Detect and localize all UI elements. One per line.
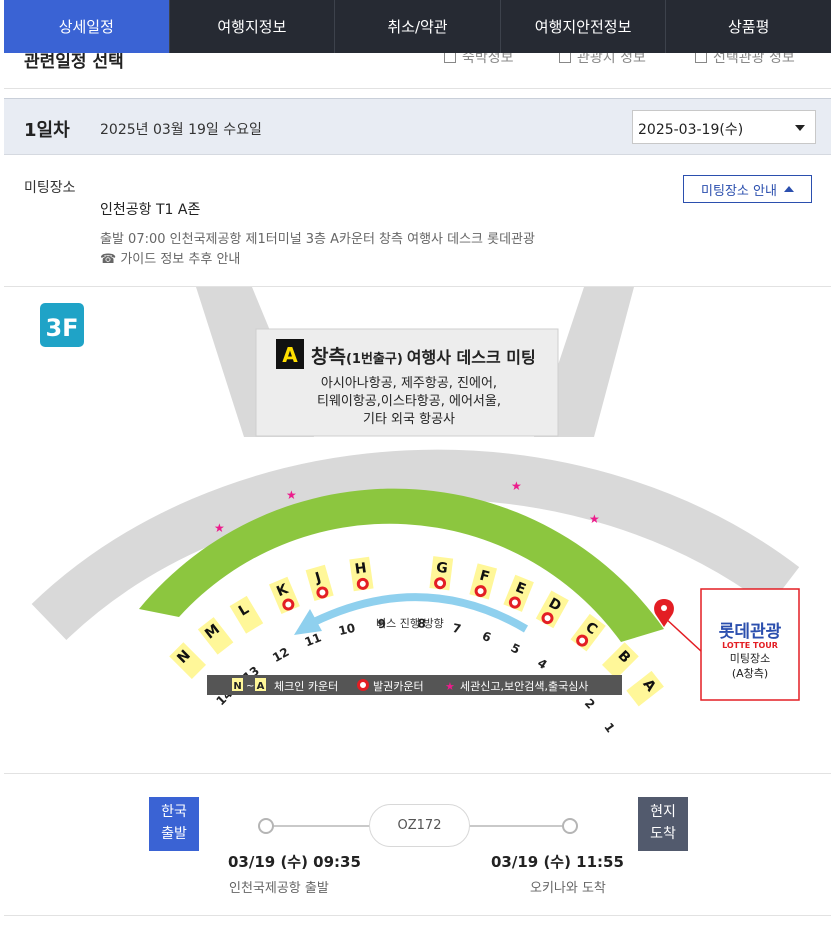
chevron-down-icon (795, 125, 805, 131)
arrival-badge: 현지 도착 (638, 797, 688, 851)
sign-title: 창측(1번출구) 여행사 데스크 미팅 (311, 346, 536, 368)
tab-bar: 상세일정 여행지정보 취소/약관 여행지안전정보 상품평 (4, 0, 831, 53)
brand-logo-en: LOTTE TOUR (722, 641, 778, 650)
counter-l: L (229, 595, 264, 634)
ticket-counter-icon (316, 586, 329, 599)
svg-text:A: A (257, 681, 265, 692)
flight-code: OZ172 (369, 804, 470, 847)
departure-place: 인천국제공항 출발 (229, 881, 329, 896)
legend-ticket: 발권카운터 (373, 680, 424, 693)
check-optional-tour[interactable]: 선택관광 정보 (695, 53, 795, 67)
counter-b: B (601, 642, 639, 680)
star-icon: ★ (286, 488, 297, 502)
counter-e: E (503, 574, 534, 612)
counter-g: G (429, 556, 454, 591)
related-schedule-bar: 관련일정 선택 숙박정보 관광지 정보 선택관광 정보 (4, 53, 831, 89)
day-number: 1일차 (24, 120, 70, 141)
legend-checkin: 체크인 카운터 (274, 680, 338, 693)
guide-info: ☎ 가이드 정보 추후 안내 (100, 252, 241, 267)
gate-number: 12 (270, 645, 291, 665)
day-select[interactable]: 2025-03-19(수) (632, 110, 816, 144)
counter-c: C (570, 613, 606, 652)
checkbox[interactable] (559, 53, 571, 63)
ticket-counter-icon (356, 577, 369, 590)
arrival-place: 오키나와 도착 (530, 881, 606, 896)
ticket-counter-icon (508, 596, 521, 609)
svg-text:H: H (354, 560, 368, 577)
gate-number: 4 (535, 656, 550, 672)
legend-security: 세관신고,보안검색,출국심사 (460, 680, 588, 693)
counter-a: A (626, 670, 664, 707)
star-icon: ★ (214, 521, 225, 535)
counter-h: H (349, 556, 374, 592)
chevron-up-icon (783, 186, 794, 192)
flight-info: 한국 출발 현지 도착 OZ172 03/19 (수) 09:35 인천국제공항… (4, 774, 831, 916)
destination-dot (562, 818, 578, 834)
bus-direction-label: 버스 진행 방향 (376, 617, 444, 630)
origin-dot (258, 818, 274, 834)
gate-number: 7 (451, 621, 462, 636)
counter-n: N (169, 642, 207, 680)
tab-schedule[interactable]: 상세일정 (4, 0, 169, 53)
ticket-counter-icon (474, 585, 487, 598)
counter-k: K (268, 576, 300, 614)
gate-number: 5 (509, 641, 523, 657)
counter-m: M (197, 617, 234, 655)
tab-reviews[interactable]: 상품평 (665, 0, 831, 53)
check-lodging[interactable]: 숙박정보 (444, 53, 514, 67)
related-schedule-title: 관련일정 선택 (24, 53, 124, 72)
svg-text:G: G (435, 560, 448, 577)
tab-destination-info[interactable]: 여행지정보 (168, 0, 335, 53)
tab-safety-info[interactable]: 여행지안전정보 (499, 0, 666, 53)
counter-d: D (535, 590, 569, 629)
svg-text:N: N (233, 681, 241, 692)
meeting-place: 인천공항 T1 A존 (100, 202, 201, 218)
gate-number: 1 (601, 720, 617, 735)
tab-cancellation-terms[interactable]: 취소/약관 (334, 0, 500, 53)
meeting-guide-button[interactable]: 미팅장소 안내 (683, 175, 812, 203)
svg-text:~: ~ (246, 681, 254, 692)
checkbox[interactable] (444, 53, 456, 63)
checkbox[interactable] (695, 53, 707, 63)
departure-time: 03/19 (수) 09:35 (228, 853, 361, 871)
brand-zone-label: (A창측) (732, 667, 768, 680)
day-header: 1일차 2025년 03월 19일 수요일 2025-03-19(수) (4, 98, 831, 155)
meeting-detail: 출발 07:00 인천국제공항 제1터미널 3층 A카운터 창측 여행사 데스크… (100, 232, 535, 247)
terminal-map-image: ABCDEFGHJKLMN 1234567891011121314 ★ ★ ★ … (31, 287, 800, 735)
floor-label: 3F (45, 314, 78, 342)
counter-f: F (469, 563, 497, 600)
svg-text:A: A (282, 343, 298, 367)
meeting-section: 미팅장소 인천공항 T1 A존 출발 07:00 인천국제공항 제1터미널 3층… (4, 155, 831, 287)
day-date: 2025년 03월 19일 수요일 (100, 122, 262, 138)
airport-map: ABCDEFGHJKLMN 1234567891011121314 ★ ★ ★ … (4, 287, 831, 774)
arrival-time: 03/19 (수) 11:55 (491, 853, 624, 871)
star-icon: ★ (511, 479, 522, 493)
ticket-counter-icon (282, 598, 295, 611)
ticket-counter-icon (357, 679, 369, 691)
departure-badge: 한국 출발 (149, 797, 199, 851)
meeting-label: 미팅장소 (24, 180, 76, 196)
gate-number: 2 (582, 696, 598, 712)
airline-list-1: 아시아나항공, 제주항공, 진에어, (321, 376, 497, 391)
airline-list-2: 티웨이항공,이스타항공, 에어서울, (317, 394, 501, 409)
ticket-counter-icon (434, 577, 447, 590)
gate-number: 6 (480, 629, 492, 645)
brand-meeting-label: 미팅장소 (730, 652, 770, 665)
star-icon: ★ (445, 680, 455, 693)
brand-logo: 롯데관광 (719, 622, 782, 642)
airline-list-3: 기타 외국 항공사 (363, 412, 455, 427)
counter-j: J (305, 564, 334, 601)
check-sights[interactable]: 관광지 정보 (559, 53, 646, 67)
gate-number: 10 (337, 621, 356, 638)
star-icon: ★ (589, 512, 600, 526)
